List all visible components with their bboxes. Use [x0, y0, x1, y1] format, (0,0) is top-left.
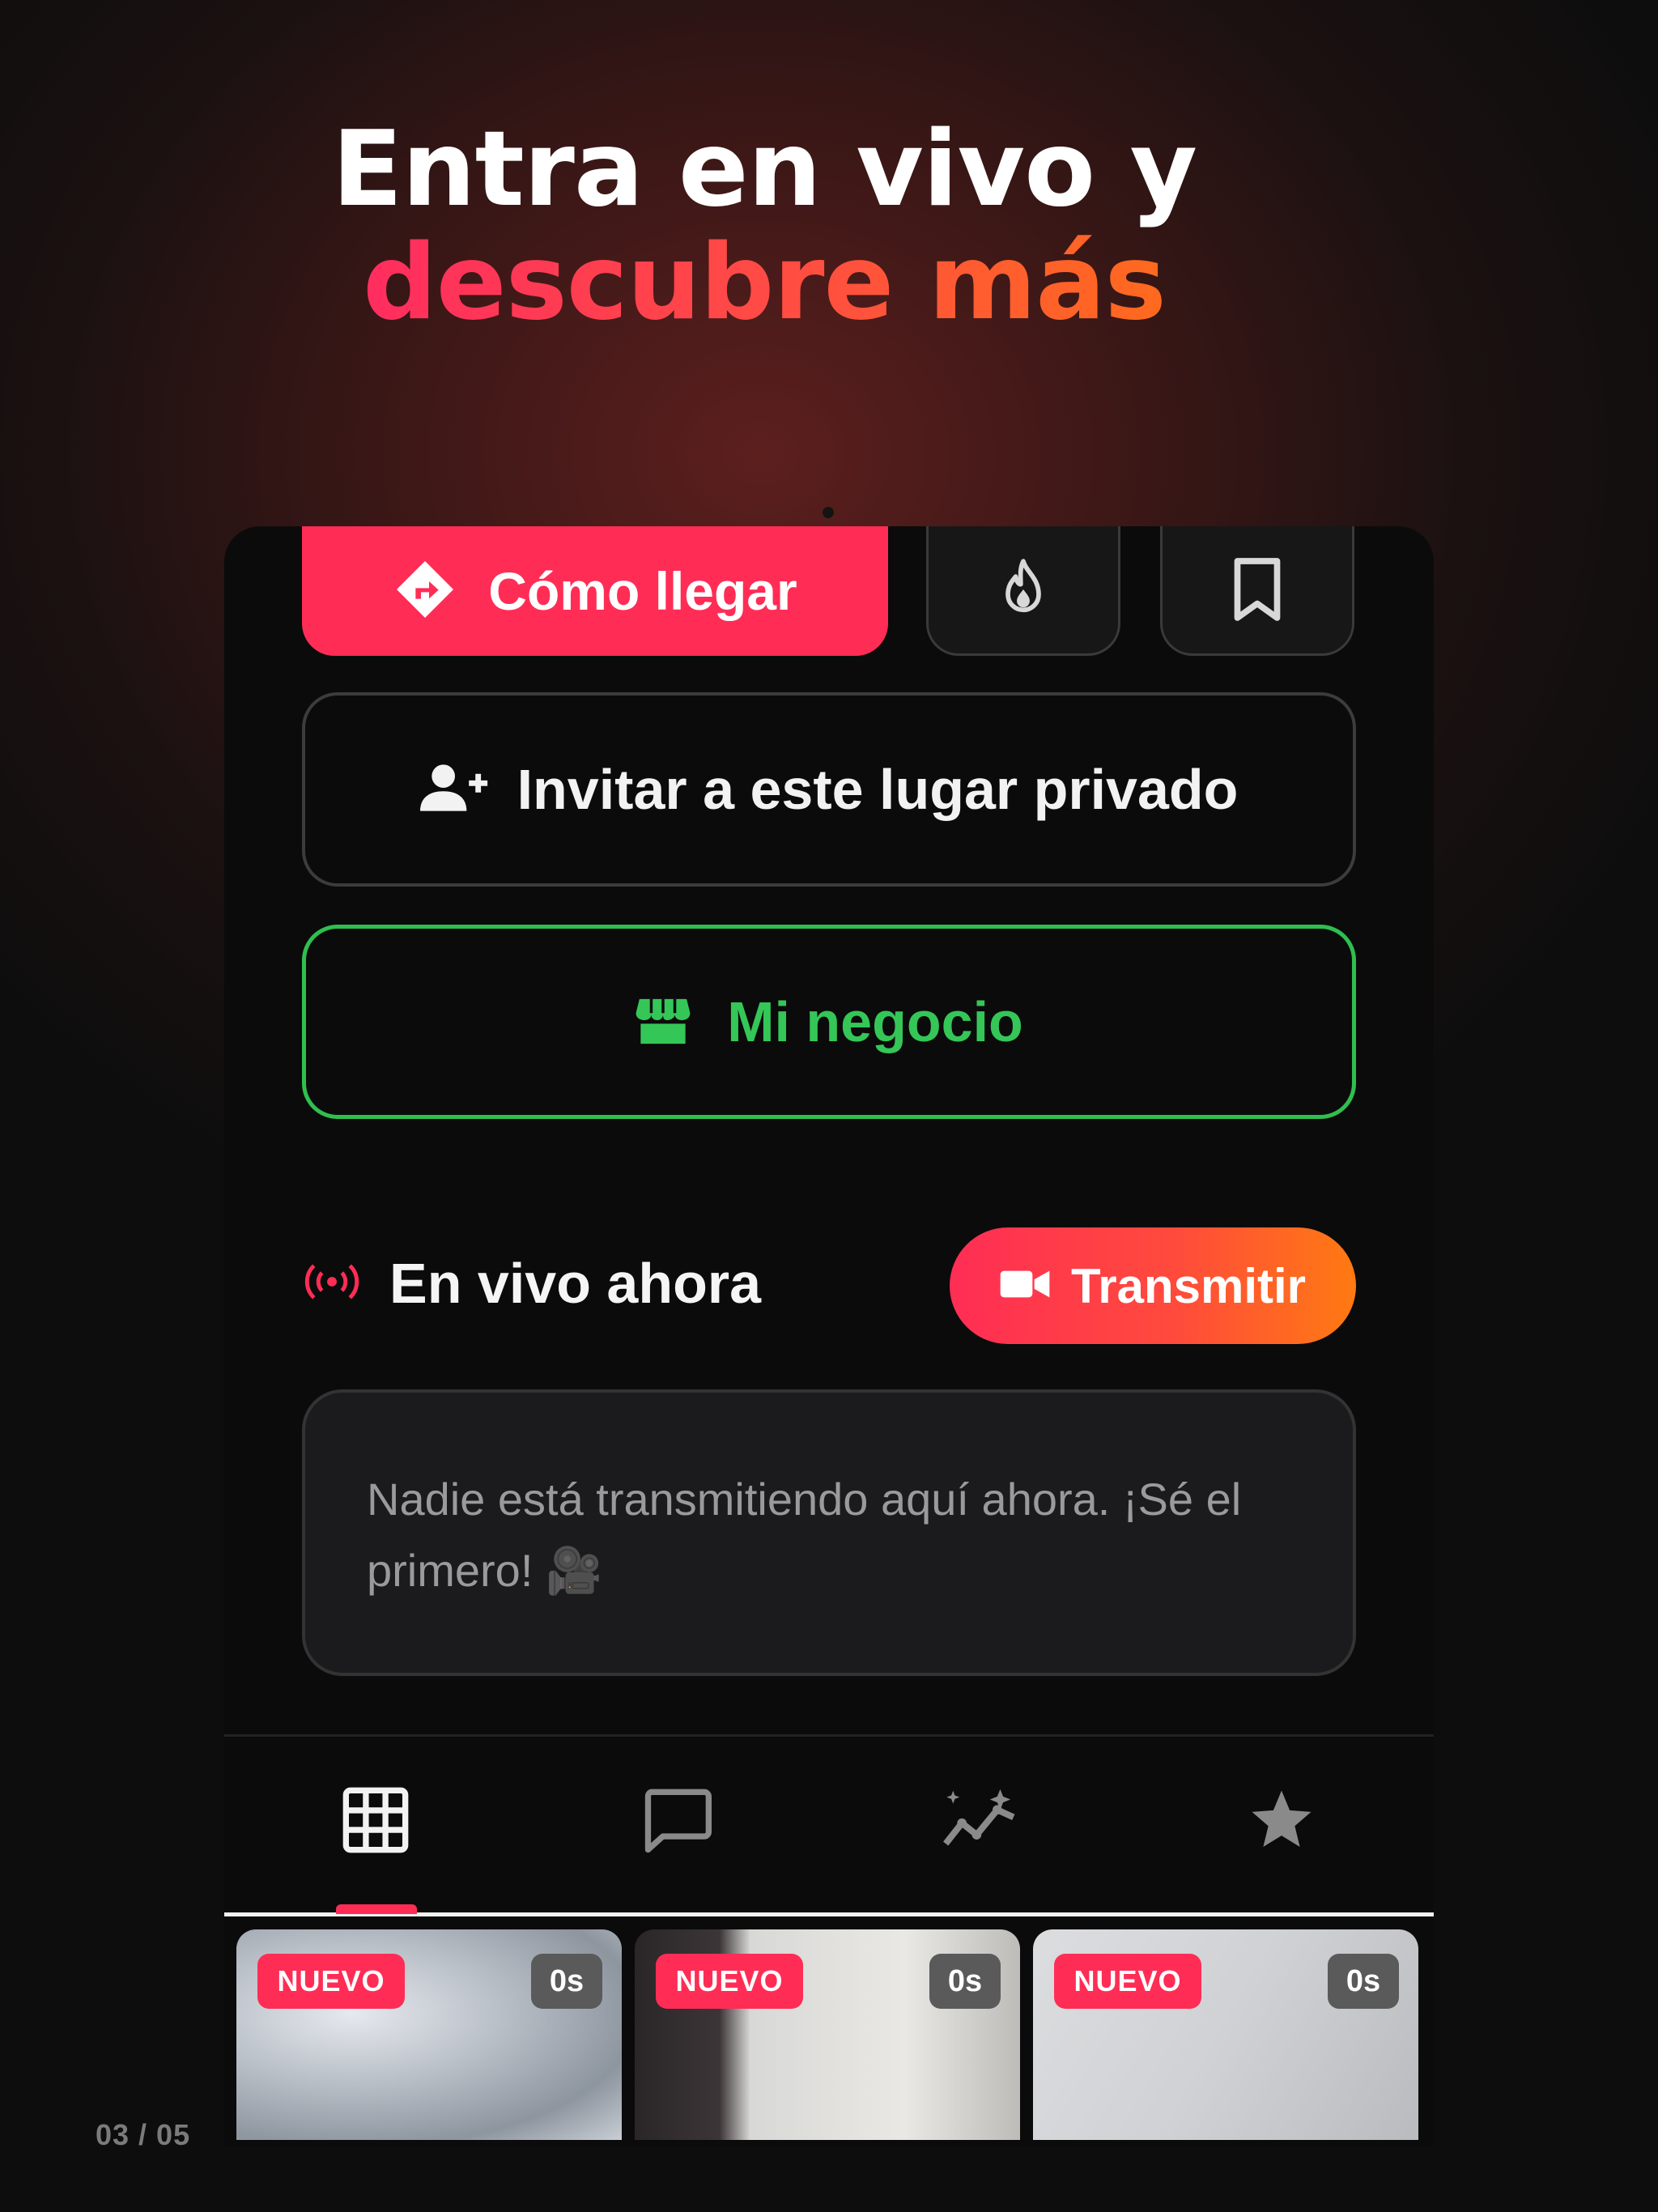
stream-label: Transmitir	[1070, 1258, 1307, 1313]
promo-headline: Entra en vivo y descubre más	[0, 113, 1658, 340]
no-streams-message: Nadie está transmitiendo aquí ahora. ¡Sé…	[367, 1474, 1242, 1596]
invite-button[interactable]: Invitar a este lugar privado	[302, 692, 1356, 887]
no-streams-card: Nadie está transmitiendo aquí ahora. ¡Sé…	[302, 1389, 1356, 1676]
camera-dot	[823, 507, 834, 518]
duration-badge: 0s	[929, 1954, 1001, 2009]
storefront-icon	[635, 994, 691, 1050]
tab-grid[interactable]	[224, 1737, 526, 1907]
chat-icon	[642, 1786, 713, 1858]
new-badge: NUEVO	[1054, 1954, 1201, 2009]
duration-badge: 0s	[1328, 1954, 1399, 2009]
page-indicator: 03 / 05	[96, 2118, 191, 2151]
tab-favorites[interactable]	[1130, 1737, 1432, 1907]
media-thumbnail[interactable]: NUEVO 0s	[1033, 1929, 1418, 2140]
grid-icon	[340, 1784, 411, 1860]
media-thumbnail[interactable]: NUEVO 0s	[635, 1929, 1020, 2140]
live-now-section: En vivo ahora Transmitir	[302, 1223, 1356, 1344]
new-badge: NUEVO	[257, 1954, 405, 2009]
content-tab-bar	[224, 1737, 1434, 1907]
fire-icon	[993, 555, 1054, 627]
broadcast-icon	[302, 1261, 362, 1306]
trending-icon	[941, 1788, 1018, 1857]
bookmark-button[interactable]	[1160, 526, 1354, 656]
active-tab-indicator	[336, 1904, 417, 1914]
my-business-button[interactable]: Mi negocio	[302, 925, 1356, 1119]
fire-button[interactable]	[926, 526, 1120, 656]
media-grid: NUEVO 0s NUEVO 0s NUEVO 0s	[236, 1929, 1422, 2140]
bookmark-icon	[1229, 555, 1286, 627]
directions-label: Cómo llegar	[488, 561, 797, 621]
live-now-title: En vivo ahora	[389, 1252, 762, 1315]
business-label: Mi negocio	[727, 990, 1023, 1053]
star-icon	[1248, 1788, 1316, 1857]
invite-label: Invitar a este lugar privado	[517, 758, 1239, 821]
device-screen: Cómo llegar Invitar a este lugar privado…	[224, 526, 1434, 2146]
live-now-header: En vivo ahora	[302, 1223, 761, 1344]
video-camera-icon	[1000, 1267, 1050, 1305]
new-badge: NUEVO	[656, 1954, 803, 2009]
tab-comments[interactable]	[526, 1737, 828, 1907]
headline-line-1: Entra en vivo y	[332, 109, 1197, 230]
add-person-icon	[419, 761, 490, 819]
tab-trending[interactable]	[828, 1737, 1130, 1907]
directions-icon	[393, 557, 457, 626]
directions-button[interactable]: Cómo llegar	[302, 526, 888, 656]
stream-button[interactable]: Transmitir	[950, 1227, 1356, 1344]
duration-badge: 0s	[531, 1954, 602, 2009]
media-thumbnail[interactable]: NUEVO 0s	[236, 1929, 622, 2140]
headline-line-2: descubre más	[363, 223, 1167, 343]
